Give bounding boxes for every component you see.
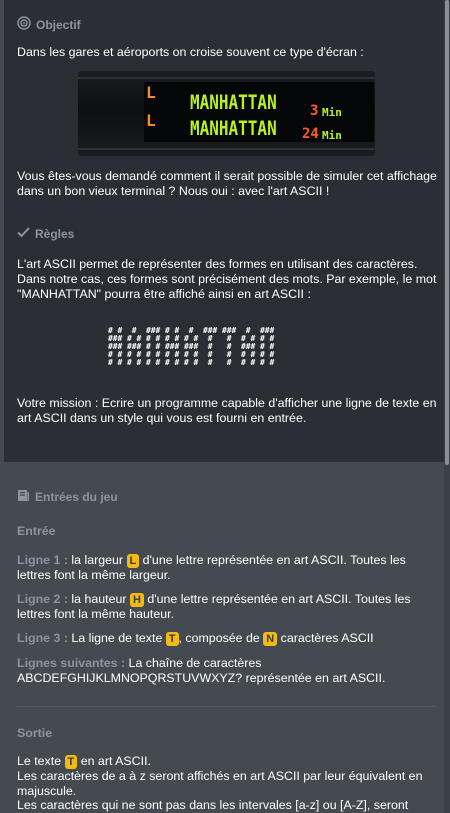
platform-letter: L	[146, 83, 156, 102]
rules-title: Règles	[35, 226, 75, 241]
book-icon	[17, 489, 30, 505]
departure-board-image: L L MANHATTAN MANHATTAN 3 Min 24 Min	[78, 71, 375, 156]
objective-intro: Dans les gares et aéroports on croise so…	[17, 45, 364, 59]
target-icon	[17, 16, 31, 33]
platform-letter: L	[146, 111, 156, 130]
inputs-heading: Entrées du jeu	[17, 489, 118, 505]
rules-paragraph-2: Votre mission : Ecrire un programme capa…	[17, 396, 437, 425]
variable-badge: T	[64, 755, 78, 769]
rules-heading: Règles	[17, 226, 74, 241]
minutes-unit: Min	[322, 106, 342, 119]
objective-title: Objectif	[36, 17, 81, 32]
output-line-3: Les caractères qui ne sont pas dans les …	[17, 798, 409, 812]
input-line-2: Ligne 2 : la hauteur H d'une lettre repr…	[17, 592, 411, 621]
variable-badge: N	[263, 632, 278, 646]
entry-title: Entrée	[17, 524, 56, 538]
destination: MANHATTAN	[190, 117, 277, 140]
variable-badge: H	[129, 593, 144, 607]
ascii-art-example: # # # ### # # # ### ### # ### ### # # # …	[108, 326, 275, 367]
input-next-lines: Lignes suivantes : La chaîne de caractèr…	[17, 656, 386, 685]
minutes-unit: Min	[322, 129, 342, 142]
minutes: 24	[302, 126, 319, 142]
inputs-title: Entrées du jeu	[35, 490, 118, 504]
destination: MANHATTAN	[190, 91, 277, 114]
section-divider	[17, 706, 437, 707]
output-line-1: Le texte T en art ASCII.	[17, 754, 151, 769]
variable-badge: T	[165, 632, 179, 646]
minutes: 3	[310, 103, 319, 119]
check-icon	[17, 226, 30, 241]
scrollbar-thumb[interactable]	[445, 0, 449, 465]
variable-badge: L	[126, 554, 140, 568]
input-line-3: Ligne 3 : La ligne de texte T, composée …	[17, 631, 374, 646]
output-line-2: Les caractères de a à z seront affichés …	[17, 769, 423, 798]
objective-outro: Vous êtes-vous demandé comment il serait…	[17, 169, 437, 198]
output-title: Sortie	[17, 726, 53, 740]
input-line-1: Ligne 1 : la largeur L d'une lettre repr…	[17, 553, 406, 582]
rules-paragraph-1: L'art ASCII permet de représenter des fo…	[17, 257, 437, 301]
objective-heading: Objectif	[17, 16, 81, 33]
